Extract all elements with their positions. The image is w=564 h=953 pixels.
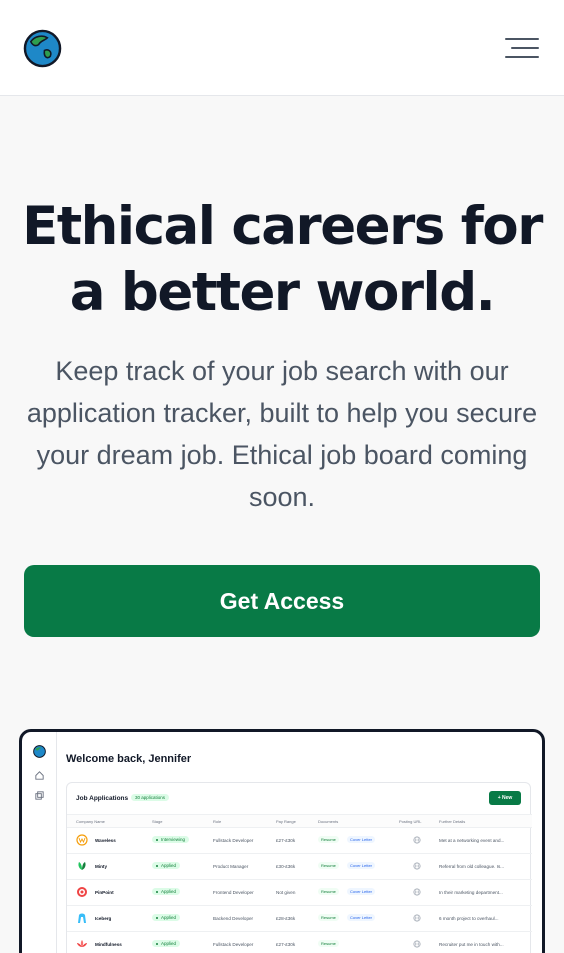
further-details: 6 month project to overhaul... (439, 916, 499, 921)
site-header (0, 0, 564, 96)
globe-link-icon[interactable] (413, 888, 421, 896)
stage-badge: Interviewing (152, 836, 190, 843)
hamburger-menu-icon[interactable] (504, 33, 540, 63)
hero-title-line1: Ethical careers for (22, 196, 543, 257)
pinpoint-logo-icon (77, 887, 87, 897)
get-access-button[interactable]: Get Access (24, 565, 540, 637)
globe-link-icon[interactable] (413, 914, 421, 922)
column-header: Stage (152, 819, 163, 824)
company-name: Waveless (95, 838, 116, 843)
pay-range: £28-£36k (276, 916, 296, 921)
resume-link[interactable]: Resume (318, 862, 339, 869)
column-header: Posting URL (399, 819, 422, 824)
resume-link[interactable]: Resume (318, 940, 339, 947)
applications-count-badge: 30 applications (131, 794, 170, 801)
company-name: Minty (95, 864, 107, 869)
globe-link-icon[interactable] (413, 862, 421, 870)
pay-range: £27-£30k (276, 942, 296, 947)
globe-link-icon[interactable] (413, 836, 421, 844)
role: Product Manager (213, 864, 249, 869)
globe-link-icon[interactable] (413, 940, 421, 948)
column-header: Company Name (76, 819, 105, 824)
home-icon (35, 771, 44, 780)
role: Fullstack Developer (213, 942, 254, 947)
stage-badge: Applied (152, 940, 181, 947)
table-row[interactable]: Iceberg Applied Backend Developer £28-£3… (67, 906, 532, 932)
company-name: Mindfulness (95, 942, 122, 947)
pay-range: £27-£30k (276, 838, 296, 843)
applications-card: Job Applications 30 applications + New C… (66, 782, 532, 953)
table-row[interactable]: PinPoint Applied Frontend Developer Not … (67, 880, 532, 906)
cover-letter-link[interactable]: Cover Letter (347, 836, 376, 843)
table-row[interactable]: Waveless Interviewing Fullstack Develope… (67, 828, 532, 854)
column-header: Further Details (439, 819, 466, 824)
preview-sidebar (22, 732, 57, 953)
copy-icon (35, 791, 44, 800)
hero-title: Ethical careers for a better world. (0, 194, 564, 326)
mindfulness-logo-icon (77, 940, 87, 947)
cover-letter-link[interactable]: Cover Letter (347, 862, 376, 869)
pay-range: £30-£36k (276, 864, 296, 869)
company-name: Iceberg (95, 916, 112, 921)
further-details: In their marketing department... (439, 890, 503, 895)
applications-title: Job Applications (76, 795, 129, 802)
role: Backend Developer (213, 916, 254, 921)
hero-subtitle: Keep track of your job search with our a… (26, 356, 538, 512)
new-application-button[interactable]: + New (489, 791, 521, 805)
hero-title-line2: a better world. (69, 262, 496, 323)
new-button-label: New (502, 795, 513, 801)
role: Frontend Developer (213, 890, 254, 895)
resume-link[interactable]: Resume (318, 914, 339, 921)
resume-link[interactable]: Resume (318, 888, 339, 895)
resume-link[interactable]: Resume (318, 836, 339, 843)
stage-badge: Applied (152, 862, 181, 869)
minty-logo-icon (78, 862, 86, 870)
globe-logo-icon[interactable] (23, 29, 62, 68)
column-header: Documents (318, 819, 339, 824)
column-header: Role (213, 819, 222, 824)
iceberg-logo-icon (78, 913, 86, 923)
table-row[interactable]: Mindfulness Applied Fullstack Developer … (67, 932, 532, 953)
column-header: Pay Range (276, 819, 296, 824)
pay-range: Not given (276, 890, 296, 895)
company-name: PinPoint (95, 890, 114, 895)
globe-logo-icon (33, 745, 46, 758)
table-header: Company Name Stage Role Pay Range Docume… (67, 814, 532, 828)
preview-welcome: Welcome back, Jennifer (66, 753, 192, 765)
cover-letter-link[interactable]: Cover Letter (347, 888, 376, 895)
further-details: Recruiter put me in touch with... (439, 942, 504, 947)
cover-letter-link[interactable]: Cover Letter (347, 914, 376, 921)
waveless-logo-icon (76, 834, 88, 846)
further-details: Referral from old colleague. Is... (439, 864, 505, 869)
role: Fullstack Developer (213, 838, 254, 843)
table-row[interactable]: Minty Applied Product Manager £30-£36k R… (67, 854, 532, 880)
stage-badge: Applied (152, 914, 181, 921)
further-details: Met at a networking event and... (439, 838, 505, 843)
stage-badge: Applied (152, 888, 181, 895)
app-preview: Welcome back, Jennifer Job Applications … (19, 729, 545, 953)
